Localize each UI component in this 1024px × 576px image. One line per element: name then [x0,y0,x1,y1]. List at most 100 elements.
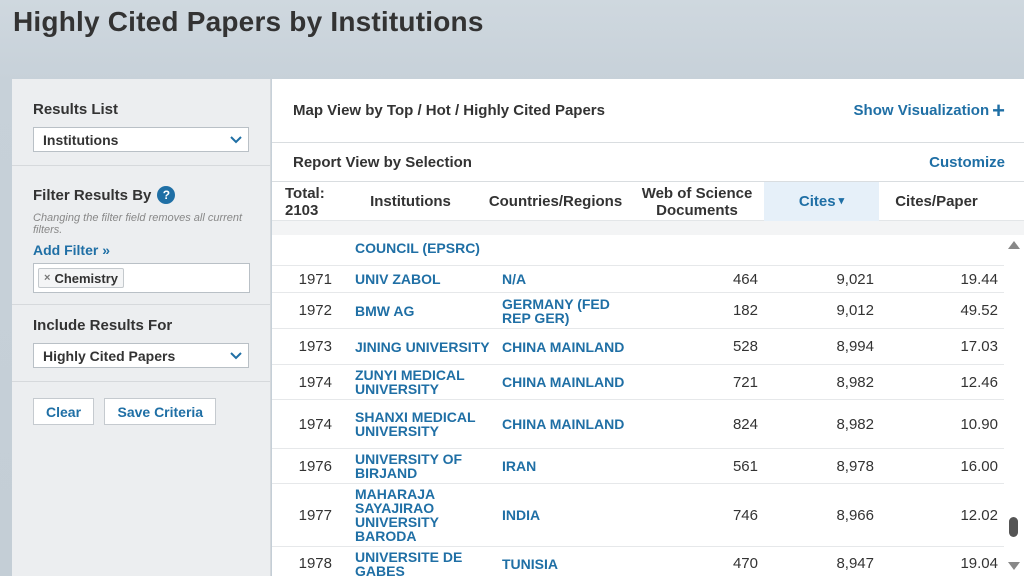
table-row: 1974 SHANXI MEDICAL UNIVERSITY CHINA MAINL… [272,400,1004,449]
country-link[interactable]: IRAN [502,449,637,483]
institution-link[interactable]: JINING UNIVERSITY [355,329,490,364]
column-header-countries[interactable]: Countries/Regions [483,182,628,221]
country-link[interactable]: CHINA MAINLAND [502,329,637,364]
rank-cell: 1973 [298,338,332,355]
results-list-section: Results List Institutions [12,79,270,166]
cites-per-paper-cell: 19.44 [960,270,998,288]
country-link[interactable]: TUNISIA [502,547,637,576]
results-list-select[interactable]: Institutions [33,127,249,152]
cites-per-paper-cell: 12.46 [960,373,998,391]
cites-cell: 8,982 [836,415,874,433]
map-view-title: Map View by Top / Hot / Highly Cited Pap… [293,102,605,119]
table-header: Total: 2103 Institutions Countries/Regio… [272,182,1024,221]
include-select[interactable]: Highly Cited Papers [33,343,249,368]
institution-link[interactable]: BMW AG [355,293,490,328]
sidebar: Results List Institutions Filter Results… [12,79,271,576]
results-list-label: Results List [33,101,119,118]
column-header-cites-per-paper[interactable]: Cites/Paper [879,182,994,221]
cites-per-paper-cell: 12.02 [960,506,998,524]
cites-header-label: Cites [798,193,836,210]
column-header-cites[interactable]: Cites ▾ [764,182,879,221]
cites-cell: 8,978 [836,457,874,475]
institution-link[interactable]: UNIVERSITY OF BIRJAND [355,449,490,483]
total-label: Total: [285,184,325,202]
scrollbar[interactable] [1004,235,1024,576]
docs-cell: 824 [732,415,758,433]
scroll-up-icon[interactable] [1008,241,1020,249]
rank-cell: 1977 [298,506,332,524]
table-row: 1972 BMW AG GERMANY (FED REP GER) 182 9,012 4… [272,293,1004,329]
table-row: 1974 ZUNYI MEDICAL UNIVERSITY CHINA MAINLA… [272,365,1004,400]
cites-per-paper-cell: 16.00 [960,457,998,475]
scroll-down-icon[interactable] [1008,562,1020,570]
rank-cell: 1972 [298,302,332,319]
main-panel: Map View by Top / Hot / Highly Cited Pap… [272,79,1024,576]
cites-cell: 9,021 [836,270,874,288]
country-link[interactable]: CHINA MAINLAND [502,400,637,448]
cites-per-paper-cell: 10.90 [960,415,998,433]
filter-label: Filter Results By [33,186,152,204]
institution-link[interactable]: SHANXI MEDICAL UNIVERSITY [355,400,490,448]
filter-section: Filter Results By ? Changing the filter … [12,166,270,305]
country-link[interactable]: CHINA MAINLAND [502,365,637,399]
chevron-down-icon [224,344,248,367]
rank-cell [272,235,332,265]
help-icon[interactable]: ? [157,186,176,204]
institution-link[interactable]: ZUNYI MEDICAL UNIVERSITY [355,365,490,399]
institution-link[interactable]: COUNCIL (EPSRC) [355,235,490,265]
institution-link[interactable]: MAHARAJA SAYAJIRAO UNIVERSITY BARODA [355,484,490,546]
page-title: Highly Cited Papers by Institutions [13,6,484,37]
cites-cell: 8,966 [836,506,874,524]
table-row: COUNCIL (EPSRC) [272,235,1004,266]
docs-cell: 470 [732,555,758,572]
cites-cell: 8,982 [836,373,874,391]
country-link[interactable]: INDIA [502,484,637,546]
docs-cell: 721 [732,373,758,391]
total-count: Total: 2103 [272,182,338,221]
filter-note: Changing the filter field removes all cu… [33,212,243,236]
report-view-bar: Report View by Selection Customize [272,143,1024,182]
docs-cell: 464 [732,270,758,288]
table-row: 1971 UNIV ZABOL N/A 464 9,021 19.44 [272,266,1004,293]
close-icon[interactable]: × [44,272,50,284]
docs-cell: 746 [732,506,758,524]
docs-cell [652,235,758,265]
filter-chip: × Chemistry [38,268,125,288]
country-link[interactable] [502,235,637,265]
add-filter-link[interactable]: Add Filter » [33,242,110,258]
actions-section: Clear Save Criteria [12,382,270,425]
institution-link[interactable]: UNIV ZABOL [355,266,490,292]
plus-icon: + [992,98,1005,123]
institution-link[interactable]: UNIVERSITE DE GABES [355,547,490,576]
map-view-bar: Map View by Top / Hot / Highly Cited Pap… [272,79,1024,143]
show-visualization-label: Show Visualization [853,102,990,119]
filter-box: × Chemistry [33,263,250,293]
save-criteria-button[interactable]: Save Criteria [104,398,217,425]
country-link[interactable]: N/A [502,266,637,292]
sort-desc-icon: ▾ [838,195,845,207]
clear-button[interactable]: Clear [33,398,95,425]
report-view-title: Report View by Selection [293,153,472,171]
show-visualization-link[interactable]: Show Visualization + [853,98,1005,123]
docs-cell: 528 [732,338,758,355]
country-link[interactable]: GERMANY (FED REP GER) [502,293,637,328]
cites-per-paper-cell: 19.04 [960,555,998,572]
customize-link[interactable]: Customize [929,154,1005,171]
table-body: COUNCIL (EPSRC) 1971 UNIV ZABOL N/A 464 9,021… [272,235,1004,576]
column-header-institutions[interactable]: Institutions [338,182,483,221]
cites-cell: 8,947 [836,555,874,572]
cites-cell [772,235,874,265]
column-header-docs[interactable]: Web of Science Documents [634,182,760,221]
table-row: 1976 UNIVERSITY OF BIRJAND IRAN 561 8,978 16.… [272,449,1004,484]
rank-cell: 1971 [298,270,332,288]
scroll-thumb[interactable] [1009,517,1018,537]
filter-chip-label: Chemistry [54,270,119,286]
include-label: Include Results For [33,317,173,334]
total-value: 2103 [285,201,319,219]
cites-per-paper-cell: 17.03 [960,338,998,355]
results-list-value: Institutions [43,132,119,148]
table-row: 1978 UNIVERSITE DE GABES TUNISIA 470 8,947 19… [272,547,1004,576]
rank-cell: 1974 [298,373,332,391]
rank-cell: 1974 [298,415,332,433]
chevron-down-icon [224,128,248,151]
